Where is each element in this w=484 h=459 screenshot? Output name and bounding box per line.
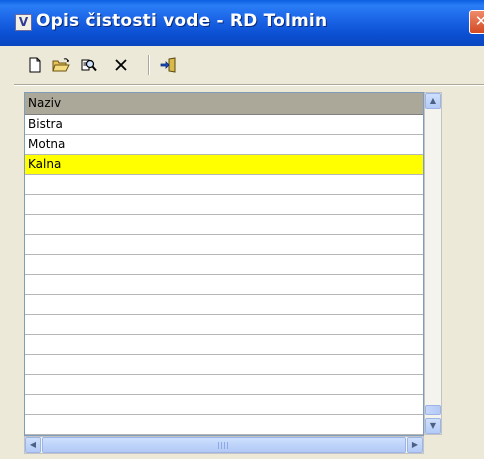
chevron-right-icon: ▶ [411,440,419,449]
exit-door-icon [160,57,176,73]
table-row[interactable] [25,375,423,395]
data-grid[interactable]: Naziv Bistra Motna Kalna [24,92,424,436]
search-button[interactable] [78,54,100,76]
scroll-grip [218,442,230,449]
horizontal-scroll-thumb[interactable] [42,437,406,453]
vertical-scroll-thumb[interactable] [425,405,441,415]
table-row[interactable] [25,395,423,415]
close-button[interactable]: ✕ [469,10,484,34]
table-row[interactable] [25,415,423,435]
title-bar[interactable]: V Opis čistosti vode - RD Tolmin ✕ [0,0,484,46]
cell-naziv: Bistra [28,117,63,131]
scroll-up-button[interactable]: ▲ [425,93,441,109]
table-row[interactable] [25,195,423,215]
vertical-scrollbar[interactable]: ▲ ▼ [424,92,442,435]
table-row[interactable] [25,315,423,335]
table-row[interactable] [25,235,423,255]
open-folder-icon [52,58,70,72]
app-icon: V [15,14,32,31]
column-header-naziv[interactable]: Naziv [28,96,61,110]
toolbar-divider [148,55,150,75]
scroll-right-button[interactable]: ▶ [407,437,423,453]
magnifier-search-icon [81,59,97,72]
cell-naziv: Kalna [28,157,62,171]
horizontal-scrollbar[interactable]: ◀ ▶ [24,436,424,454]
scroll-left-button[interactable]: ◀ [25,437,41,453]
exit-button[interactable] [158,54,180,76]
table-row[interactable] [25,215,423,235]
table-row[interactable] [25,355,423,375]
table-row[interactable] [25,275,423,295]
open-button[interactable] [50,54,72,76]
table-row[interactable] [25,175,423,195]
new-document-icon [29,57,41,73]
toolbar [20,52,482,82]
scroll-down-button[interactable]: ▼ [425,418,441,434]
window-title: Opis čistosti vode - RD Tolmin [36,11,328,31]
delete-x-icon [115,59,127,71]
delete-button[interactable] [110,54,132,76]
main-window: V Opis čistosti vode - RD Tolmin ✕ Naziv… [0,0,484,459]
scrollbar-corner [424,436,442,454]
grid-header: Naziv [25,93,423,115]
chevron-up-icon: ▲ [429,96,437,105]
table-row[interactable]: Bistra [25,115,423,135]
new-button[interactable] [24,54,46,76]
chevron-left-icon: ◀ [29,440,37,449]
table-row[interactable] [25,255,423,275]
toolbar-separator [14,84,484,86]
table-row[interactable]: Motna [25,135,423,155]
table-row[interactable] [25,335,423,355]
cell-naziv: Motna [28,137,66,151]
chevron-down-icon: ▼ [429,421,437,430]
table-row[interactable] [25,295,423,315]
table-row[interactable]: Kalna [25,155,423,175]
